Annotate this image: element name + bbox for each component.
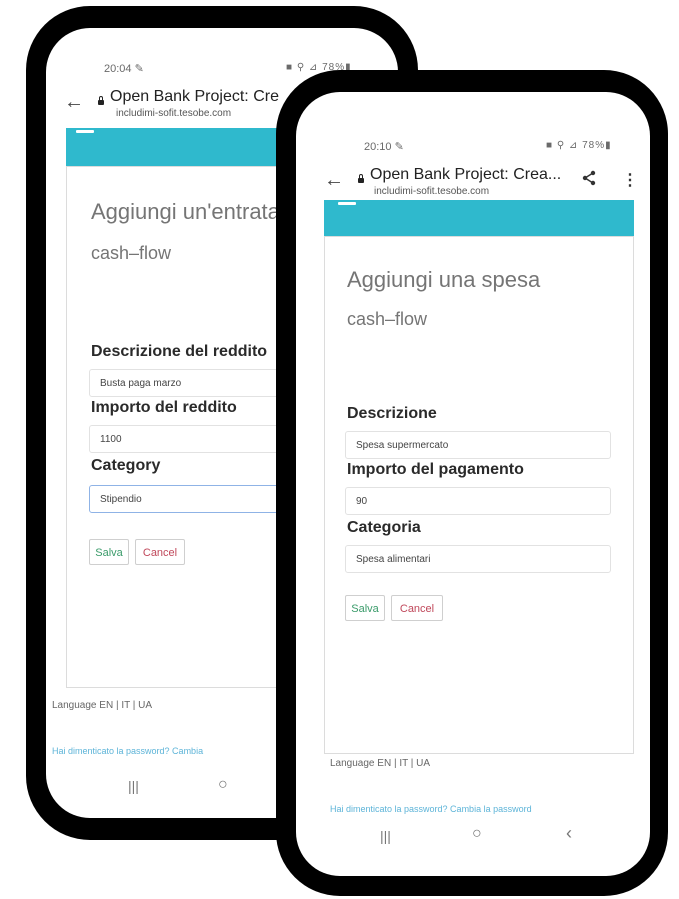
status-time: 20:04 ✎ — [104, 63, 144, 75]
nav-home-button[interactable]: ○ — [472, 825, 482, 843]
save-button[interactable]: Salva — [89, 539, 129, 565]
url-domain[interactable]: includimi-sofit.tesobe.com — [374, 186, 489, 197]
status-icons: ■ ⚲ ⊿ 78%▮ — [546, 140, 612, 151]
category-label: Category — [91, 457, 161, 474]
nav-recents-button[interactable]: ||| — [380, 828, 391, 844]
form-heading: Aggiungi un'entrata — [91, 199, 280, 224]
password-links[interactable]: Hai dimenticato la password? Cambia la p… — [330, 804, 532, 814]
phone-front: 20:10 ✎ ■ ⚲ ⊿ 78%▮ ← Open Bank Project: … — [276, 70, 668, 896]
url-domain[interactable]: includimi-sofit.tesobe.com — [116, 108, 231, 119]
lock-icon — [98, 96, 104, 105]
back-arrow-icon[interactable]: ← — [324, 170, 344, 190]
header-bar — [324, 200, 634, 236]
page-title[interactable]: Open Bank Project: Cre — [110, 88, 279, 106]
phone-front-screen: 20:10 ✎ ■ ⚲ ⊿ 78%▮ ← Open Bank Project: … — [296, 92, 650, 876]
amount-label: Importo del pagamento — [347, 461, 524, 478]
hamburger-menu-icon[interactable] — [76, 130, 94, 133]
back-arrow-icon[interactable]: ← — [64, 92, 84, 112]
amount-label: Importo del reddito — [91, 399, 237, 416]
language-selector[interactable]: Language EN | IT | UA — [52, 700, 152, 711]
language-selector[interactable]: Language EN | IT | UA — [330, 758, 430, 769]
save-button[interactable]: Salva — [345, 595, 385, 621]
description-label: Descrizione del reddito — [91, 343, 268, 360]
share-icon[interactable] — [582, 170, 596, 186]
page-title[interactable]: Open Bank Project: Crea... — [370, 166, 561, 184]
form-subheading: cash–flow — [347, 309, 428, 329]
nav-home-button[interactable]: ○ — [218, 776, 228, 794]
category-label: Categoria — [347, 519, 421, 536]
lock-icon — [358, 174, 364, 183]
status-time: 20:10 ✎ — [364, 141, 404, 153]
hamburger-menu-icon[interactable] — [338, 202, 356, 205]
form-heading: Aggiungi una spesa — [347, 267, 541, 292]
description-field[interactable]: Spesa supermercato — [345, 431, 611, 459]
more-vert-icon[interactable]: ⋮ — [622, 170, 638, 190]
cancel-button[interactable]: Cancel — [135, 539, 185, 565]
nav-back-button[interactable]: ‹ — [566, 823, 572, 844]
amount-field[interactable]: 90 — [345, 487, 611, 515]
nav-recents-button[interactable]: ||| — [128, 778, 139, 794]
form-card: Aggiungi una spesa cash–flow Descrizione… — [324, 236, 634, 754]
category-field[interactable]: Spesa alimentari — [345, 545, 611, 573]
password-links[interactable]: Hai dimenticato la password? Cambia — [52, 746, 203, 756]
description-label: Descrizione — [347, 405, 437, 422]
form-subheading: cash–flow — [91, 243, 172, 263]
cancel-button[interactable]: Cancel — [391, 595, 443, 621]
